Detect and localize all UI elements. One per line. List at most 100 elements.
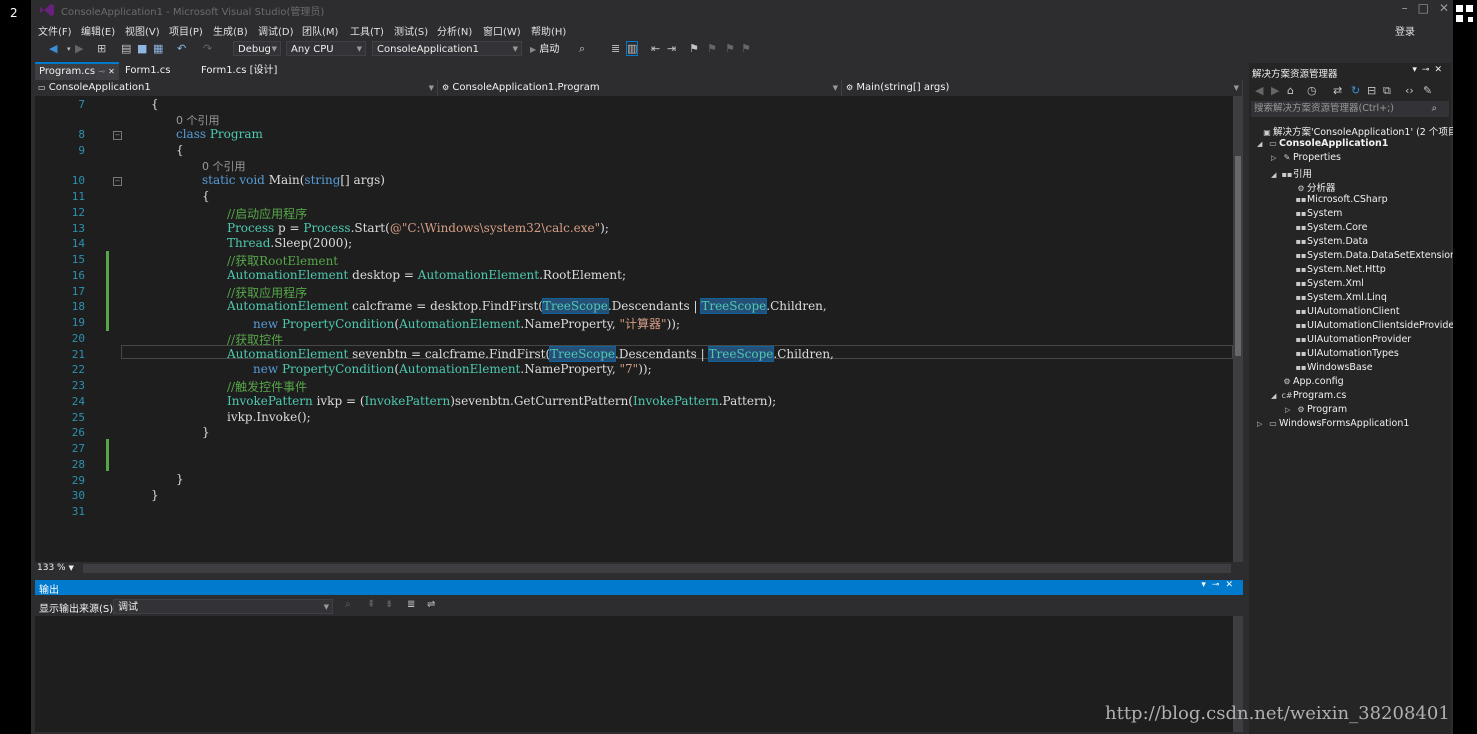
minimize-icon[interactable]: – [1402, 1, 1408, 15]
platform-select[interactable]: Any CPU ▼ [286, 41, 366, 56]
code-editor[interactable]: 7 8 9 10 11 12 13 14 15 16 17 18 19 20 2… [35, 96, 1233, 562]
next-message-icon[interactable]: ⇟ [385, 599, 393, 610]
menu-edit[interactable]: 编辑(E) [81, 23, 115, 38]
prev-bookmark-icon[interactable]: ⚑ [707, 42, 717, 55]
tree-item-reference[interactable]: ▪▪UIAutomationClientsideProvide [1295, 320, 1453, 331]
properties-icon[interactable]: ✎ [1423, 84, 1432, 97]
menu-test[interactable]: 测试(S) [394, 23, 428, 38]
menu-project[interactable]: 项目(P) [169, 23, 203, 38]
tree-item-reference[interactable]: ▪▪System.Data [1295, 236, 1369, 247]
start-button[interactable]: ▶ 启动 [525, 41, 569, 56]
tree-item-reference[interactable]: ▪▪UIAutomationClient [1295, 306, 1400, 317]
view-code-icon[interactable]: ‹› [1405, 84, 1414, 97]
show-all-files-icon[interactable]: ⧉ [1383, 84, 1391, 98]
solution-explorer-toggle-icon[interactable]: ▥ [625, 41, 639, 56]
pin-icon[interactable]: ⊸ [1212, 580, 1226, 590]
save-all-icon[interactable]: ▦ [153, 42, 163, 55]
open-file-icon[interactable]: ▤ [121, 42, 131, 55]
next-bookmark-icon[interactable]: ⚑ [725, 42, 735, 55]
startup-project-select[interactable]: ConsoleApplication1 ▼ [372, 41, 522, 56]
close-icon[interactable]: ✕ [1439, 1, 1449, 15]
pending-changes-icon[interactable]: ◷ [1307, 84, 1317, 97]
tree-item-reference[interactable]: ▪▪System.Core [1295, 222, 1368, 233]
dropdown-icon[interactable]: ▾ [1201, 580, 1212, 590]
pin-icon[interactable]: ⊸ [1422, 65, 1435, 75]
tree-item-solution[interactable]: ▣ 解决方案'ConsoleApplication1' (2 个项目) [1251, 124, 1453, 138]
menu-build[interactable]: 生成(B) [213, 23, 248, 38]
member-navigation-select[interactable]: ⚙ Main(string[] args) ▼ [843, 80, 1243, 96]
collapsed-icon[interactable]: ▷ [1285, 406, 1295, 414]
dropdown-icon[interactable]: ▾ [1412, 65, 1422, 75]
save-icon[interactable]: ■ [137, 42, 147, 55]
tree-item-reference[interactable]: ▪▪System.Data.DataSetExtensions [1295, 250, 1453, 261]
menu-team[interactable]: 团队(M) [302, 23, 338, 38]
menu-view[interactable]: 视图(V) [125, 23, 160, 38]
tree-item-program-class[interactable]: ▷ ⚙ Program [1285, 404, 1347, 415]
pin-icon[interactable]: ⊸ [98, 67, 105, 76]
tree-item-reference[interactable]: ▪▪UIAutomationProvider [1295, 334, 1412, 345]
tree-item-reference[interactable]: ▪▪System.Net.Http [1295, 264, 1386, 275]
find-in-files-icon[interactable]: ⌕ [579, 42, 585, 56]
tree-item-references[interactable]: ◢ ▪▪引用 [1271, 166, 1312, 180]
collapsed-icon[interactable]: ▷ [1271, 154, 1281, 162]
undo-icon[interactable]: ↶ [177, 42, 186, 55]
tree-item-reference[interactable]: ▪▪Microsoft.CSharp [1295, 194, 1388, 205]
tree-item-reference[interactable]: ▪▪System.Xml [1295, 278, 1364, 289]
collapse-icon[interactable]: − [113, 177, 122, 186]
home-icon[interactable]: ⌂ [1287, 84, 1294, 97]
tree-item-program-cs[interactable]: ◢ c#Program.cs [1271, 390, 1346, 401]
tree-item-reference[interactable]: ▪▪System [1295, 208, 1343, 219]
tab-program-cs[interactable]: Program.cs ⊸ ✕ [35, 62, 119, 80]
close-icon[interactable]: ✕ [1225, 580, 1239, 590]
tree-item-properties[interactable]: ▷ ✎ Properties [1271, 152, 1341, 163]
find-message-icon[interactable]: ⌕ [345, 599, 351, 610]
output-source-select[interactable]: 调试 ▼ [113, 599, 333, 614]
clear-all-icon[interactable]: ≣ [407, 599, 415, 610]
tree-item-project[interactable]: ▷ ▭ WindowsFormsApplication1 [1257, 418, 1409, 429]
project-navigation-select[interactable]: ▭ ConsoleApplication1 ▼ [35, 80, 438, 96]
expanded-icon[interactable]: ◢ [1271, 171, 1281, 179]
tree-item-reference[interactable]: ▪▪WindowsBase [1295, 362, 1373, 373]
forward-icon[interactable]: ▶ [1271, 84, 1279, 97]
class-navigation-select[interactable]: ⚙ ConsoleApplication1.Program ▼ [439, 80, 842, 96]
word-wrap-icon[interactable]: ⇌ [427, 599, 435, 610]
prev-message-icon[interactable]: ⇞ [367, 599, 375, 610]
menu-debug[interactable]: 调试(D) [258, 23, 294, 38]
outdent-icon[interactable]: ⇤ [651, 42, 660, 55]
expanded-icon[interactable]: ◢ [1271, 392, 1281, 400]
configuration-select[interactable]: Debug ▼ [233, 41, 281, 56]
back-icon[interactable]: ◀ [1255, 84, 1263, 97]
redo-icon[interactable]: ↷ [203, 42, 212, 55]
codelens-references[interactable]: 0 个引用 [176, 112, 220, 128]
sync-icon[interactable]: ⇄ [1333, 84, 1342, 97]
tab-form1-cs[interactable]: Form1.cs [121, 63, 174, 79]
output-text-area[interactable] [35, 616, 1233, 732]
tree-item-reference[interactable]: ▪▪System.Xml.Linq [1295, 292, 1387, 303]
collapsed-icon[interactable]: ▷ [1257, 420, 1267, 428]
tab-form1-designer[interactable]: Form1.cs [设计] [197, 63, 281, 79]
menu-help[interactable]: 帮助(H) [531, 23, 566, 38]
maximize-icon[interactable]: □ [1418, 1, 1429, 15]
new-project-icon[interactable]: ⊞ [97, 42, 106, 55]
close-icon[interactable]: ✕ [108, 67, 115, 76]
tree-item-reference[interactable]: ▪▪UIAutomationTypes [1295, 348, 1399, 359]
scrollbar-thumb[interactable] [1235, 156, 1241, 356]
collapse-all-icon[interactable]: ⊟ [1367, 84, 1376, 97]
indent-icon[interactable]: ⇥ [667, 42, 676, 55]
forward-icon[interactable]: ▶ [75, 42, 83, 55]
refresh-icon[interactable]: ↻ [1351, 84, 1360, 97]
codelens-references[interactable]: 0 个引用 [202, 158, 246, 174]
tree-item-reference[interactable]: ⚙ 分析器 [1295, 180, 1335, 194]
horizontal-scrollbar[interactable] [83, 564, 1231, 573]
solution-explorer-search[interactable]: 搜索解决方案资源管理器(Ctrl+;) ⌕ [1251, 101, 1449, 117]
clear-bookmarks-icon[interactable]: ⚑ [741, 42, 751, 55]
close-icon[interactable]: ✕ [1434, 65, 1447, 75]
expanded-icon[interactable]: ◢ [1257, 140, 1267, 148]
format-icon[interactable]: ≣ [611, 42, 620, 55]
menu-tools[interactable]: 工具(T) [350, 23, 384, 38]
bookmark-icon[interactable]: ⚑ [689, 42, 699, 55]
back-dropdown-icon[interactable]: ▾ [67, 45, 71, 53]
menu-analyze[interactable]: 分析(N) [437, 23, 472, 38]
menu-window[interactable]: 窗口(W) [483, 23, 521, 38]
login-link[interactable]: 登录 [1395, 23, 1415, 38]
